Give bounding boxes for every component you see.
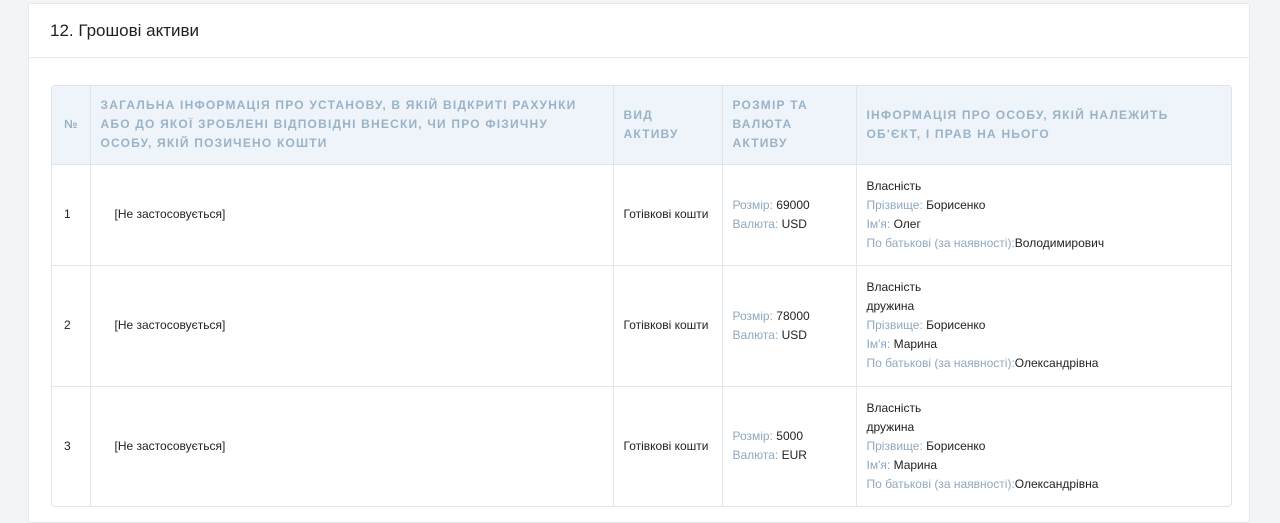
- size-label: Розмір:: [732, 429, 773, 444]
- currency-value: USD: [781, 216, 807, 231]
- name-value: Марина: [893, 337, 938, 351]
- ownership-right: Власність: [866, 280, 922, 294]
- size-label: Розмір:: [732, 308, 773, 323]
- institution-cell: [Не застосовується]: [90, 164, 614, 266]
- name-value: Олег: [893, 216, 921, 231]
- assets-table-wrapper: № ЗАГАЛЬНА ІНФОРМАЦІЯ ПРО УСТАНОВУ, В ЯК…: [51, 85, 1232, 507]
- ownership-right: Власність: [866, 178, 922, 193]
- name-value: Марина: [893, 457, 938, 472]
- institution-cell: [Не застосовується]: [90, 386, 614, 506]
- institution-cell: [Не застосовується]: [90, 265, 614, 387]
- surname-label: Прізвище:: [866, 318, 923, 332]
- owner-cell: Власність дружина Прізвище: Борисенко Ім…: [856, 386, 1231, 506]
- monetary-assets-card: 12. Грошові активи № ЗАГАЛЬНА ІНФОРМАЦІЯ…: [28, 3, 1250, 523]
- asset-type-cell: Готівкові кошти: [613, 265, 723, 387]
- row-number: 3: [52, 386, 91, 506]
- surname-value: Борисенко: [926, 438, 986, 453]
- currency-label: Валюта:: [732, 327, 779, 342]
- table-row: 1 [Не застосовується] Готівкові кошти Ро…: [52, 164, 1231, 266]
- owner-cell: Власність Прізвище: Борисенко Ім'я: Олег…: [856, 164, 1231, 266]
- surname-label: Прізвище:: [866, 197, 923, 212]
- currency-label: Валюта:: [732, 216, 779, 231]
- header-owner-info: ІНФОРМАЦІЯ ПРО ОСОБУ, ЯКІЙ НАЛЕЖИТЬ ОБ'Є…: [856, 86, 1231, 165]
- patronymic-label: По батькові (за наявності):: [866, 356, 1015, 370]
- header-institution: ЗАГАЛЬНА ІНФОРМАЦІЯ ПРО УСТАНОВУ, В ЯКІЙ…: [90, 86, 614, 165]
- row-number: 1: [52, 164, 91, 266]
- table-row: 2 [Не застосовується] Готівкові кошти Ро…: [52, 265, 1231, 387]
- name-label: Ім'я:: [866, 337, 891, 351]
- size-cell: Розмір: 5000 Валюта: EUR: [722, 386, 857, 506]
- table-header-row: № ЗАГАЛЬНА ІНФОРМАЦІЯ ПРО УСТАНОВУ, В ЯК…: [52, 86, 1231, 165]
- size-label: Розмір:: [732, 197, 773, 212]
- patronymic-value: Володимирович: [1014, 235, 1105, 250]
- owner-cell: Власність дружина Прізвище: Борисенко Ім…: [856, 265, 1231, 387]
- relation: дружина: [866, 299, 915, 313]
- assets-table: № ЗАГАЛЬНА ІНФОРМАЦІЯ ПРО УСТАНОВУ, В ЯК…: [52, 86, 1231, 506]
- ownership-right: Власність: [866, 400, 922, 415]
- card-header: 12. Грошові активи: [29, 4, 1249, 58]
- patronymic-label: По батькові (за наявності):: [866, 476, 1015, 491]
- patronymic-value: Олександрівна: [1014, 476, 1099, 491]
- header-number: №: [52, 86, 91, 165]
- size-cell: Розмір: 78000 Валюта: USD: [722, 265, 857, 387]
- surname-value: Борисенко: [926, 197, 986, 212]
- header-size-currency: РОЗМІР ТА ВАЛЮТА АКТИВУ: [722, 86, 857, 165]
- name-label: Ім'я:: [866, 216, 891, 231]
- table-row: 3 [Не застосовується] Готівкові кошти Ро…: [52, 386, 1231, 506]
- asset-type-cell: Готівкові кошти: [613, 386, 723, 506]
- patronymic-label: По батькові (за наявності):: [866, 235, 1015, 250]
- size-value: 69000: [776, 197, 810, 212]
- size-cell: Розмір: 69000 Валюта: USD: [722, 164, 857, 266]
- section-title: 12. Грошові активи: [50, 21, 200, 40]
- currency-value: EUR: [781, 448, 807, 463]
- row-number: 2: [52, 265, 91, 387]
- currency-value: USD: [781, 327, 807, 342]
- currency-label: Валюта:: [732, 448, 779, 463]
- surname-value: Борисенко: [926, 318, 986, 332]
- asset-type-cell: Готівкові кошти: [613, 164, 723, 266]
- relation: дружина: [866, 419, 915, 434]
- surname-label: Прізвище:: [866, 438, 923, 453]
- size-value: 78000: [776, 308, 810, 323]
- header-asset-type: ВИД АКТИВУ: [613, 86, 723, 165]
- patronymic-value: Олександрівна: [1014, 356, 1099, 370]
- size-value: 5000: [776, 429, 803, 444]
- name-label: Ім'я:: [866, 457, 891, 472]
